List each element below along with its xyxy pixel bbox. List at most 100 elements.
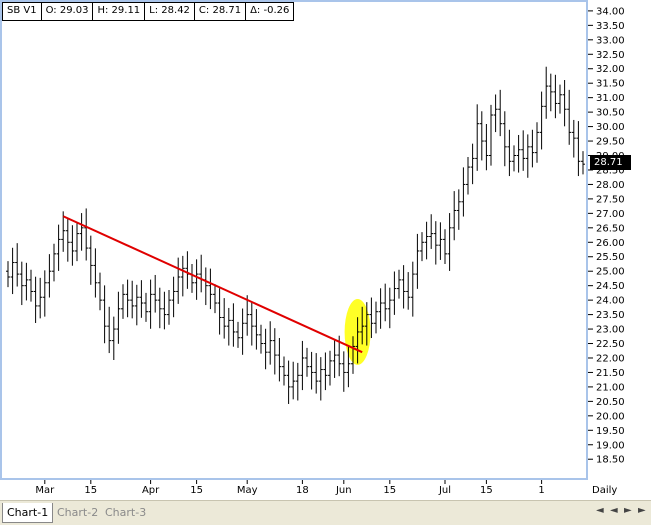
ohlc-bar: [125, 279, 130, 318]
ohlc-bar: [70, 225, 75, 266]
chart-window: 34.00 33.50 33.00 32.50 32.00 31.50 31.00 30.50…: [0, 0, 651, 525]
chart-tab-bar: Chart-1 Chart-2 Chart-3 ◄ ◄ ► ►: [0, 500, 651, 525]
ohlc-bar: [249, 302, 254, 346]
tab-chart-1[interactable]: Chart-1: [2, 503, 54, 523]
ohlc-bar: [406, 272, 411, 310]
ohlc-bar: [47, 254, 52, 298]
high-value: H: 29.11: [93, 3, 146, 20]
ohlc-bar: [447, 213, 452, 271]
ohlc-bar: [535, 122, 539, 163]
y-tick-label: 27.00: [596, 209, 625, 220]
last-price-marker: 28.71: [590, 155, 631, 170]
ohlc-bar: [479, 111, 484, 161]
ohlc-bar: [332, 340, 337, 378]
ohlc-bar: [521, 130, 526, 171]
ohlc-bar: [88, 235, 93, 285]
ohlc-bar: [475, 104, 480, 171]
ohlc-bar: [548, 73, 553, 112]
ohlc-bar: [134, 284, 139, 326]
x-tick-label: 1: [538, 485, 544, 496]
ohlc-bar: [493, 94, 498, 133]
ohlc-bar: [268, 321, 273, 365]
ohlc-bar: [387, 287, 392, 329]
date-axis: Mar 15 Apr 15 May 18 Jun 15 Jul 15 1 Daily: [35, 480, 617, 496]
ohlc-bar: [429, 214, 434, 249]
ohlc-bar: [254, 309, 259, 350]
ohlc-bar: [300, 340, 305, 391]
ohlc-bar: [176, 257, 181, 304]
ohlc-bar: [240, 308, 245, 355]
ohlc-bar: [33, 276, 38, 323]
open-value: O: 29.03: [42, 3, 94, 20]
y-tick-label: 25.50: [596, 252, 625, 263]
last-tab-icon[interactable]: ►: [638, 505, 646, 516]
tab-chart-2[interactable]: Chart-2: [53, 503, 102, 522]
ohlc-bar: [171, 276, 176, 318]
ohlc-bar: [75, 223, 79, 262]
y-tick-label: 27.50: [596, 194, 625, 205]
y-tick-label: 33.00: [596, 35, 625, 46]
ohlc-bar: [512, 145, 516, 172]
change-value: Δ: -0.26: [250, 5, 290, 16]
first-tab-icon[interactable]: ◄: [596, 505, 604, 516]
ohlc-bar: [180, 255, 185, 297]
ohlc-bar: [107, 306, 112, 354]
ohlc-bar: [199, 254, 204, 293]
ohlc-bar: [470, 143, 475, 185]
ohlc-bar: [309, 351, 314, 390]
ohlc-bar: [424, 221, 429, 260]
y-tick-label: 32.50: [596, 50, 625, 61]
ohlc-bar: [507, 129, 512, 177]
y-tick-label: 28.00: [596, 180, 625, 191]
ohlc-bar: [194, 259, 199, 300]
tab-chart-3[interactable]: Chart-3: [101, 503, 150, 522]
x-tick-label: Jun: [335, 485, 352, 496]
ohlc-bar: [544, 66, 549, 119]
ohlc-bar: [93, 248, 98, 298]
next-tab-icon[interactable]: ►: [624, 505, 632, 516]
y-tick-label: 22.50: [596, 339, 625, 350]
ohlc-bar: [102, 285, 107, 344]
ohlc-bar: [433, 221, 438, 265]
ohlc-bar: [10, 247, 15, 295]
ohlc-bar: [567, 89, 572, 145]
y-tick-label: 25.00: [596, 267, 625, 278]
y-tick-label: 23.50: [596, 310, 625, 321]
ohlc-bar: [222, 298, 227, 339]
ohlc-bar: [341, 351, 346, 392]
x-tick-label: 15: [84, 485, 97, 496]
ohlc-bar: [484, 123, 489, 171]
y-tick-label: 23.00: [596, 325, 625, 336]
ohlc-bar: [79, 213, 84, 251]
low-value: L: 28.42: [145, 3, 195, 20]
y-tick-label: 21.50: [596, 368, 625, 379]
y-tick-label: 19.00: [596, 440, 625, 451]
ohlc-bar: [52, 243, 56, 282]
ohlc-bar: [525, 134, 530, 178]
symbol-label: SB V1: [3, 3, 42, 20]
prev-tab-icon[interactable]: ◄: [610, 505, 618, 516]
ohlc-bar: [318, 357, 323, 401]
ohlc-bar: [502, 111, 507, 167]
y-tick-label: 29.50: [596, 137, 625, 148]
y-tick-label: 20.50: [596, 397, 625, 408]
y-tick-label: 18.50: [596, 455, 625, 466]
ohlc-bar: [415, 233, 420, 289]
ohlc-bar: [263, 328, 268, 370]
ohlc-bar: [374, 301, 378, 334]
ohlc-bar: [213, 284, 217, 314]
ohlc-bar: [295, 362, 300, 401]
y-tick-label: 20.00: [596, 411, 625, 422]
ohlc-bar: [314, 353, 319, 394]
ohlc-bar: [190, 263, 194, 293]
ohlc-series: [6, 66, 585, 404]
ohlc-bar: [581, 151, 585, 175]
ohlc-bar: [19, 261, 24, 306]
ohlc-bar: [153, 274, 158, 313]
ohlc-bar: [328, 350, 332, 386]
ohlc-bar: [29, 269, 33, 302]
ohlc-bar: [305, 347, 309, 377]
ohlc-bar: [226, 307, 231, 346]
ohlc-bar: [121, 284, 125, 319]
ohlc-bar: [139, 280, 144, 318]
